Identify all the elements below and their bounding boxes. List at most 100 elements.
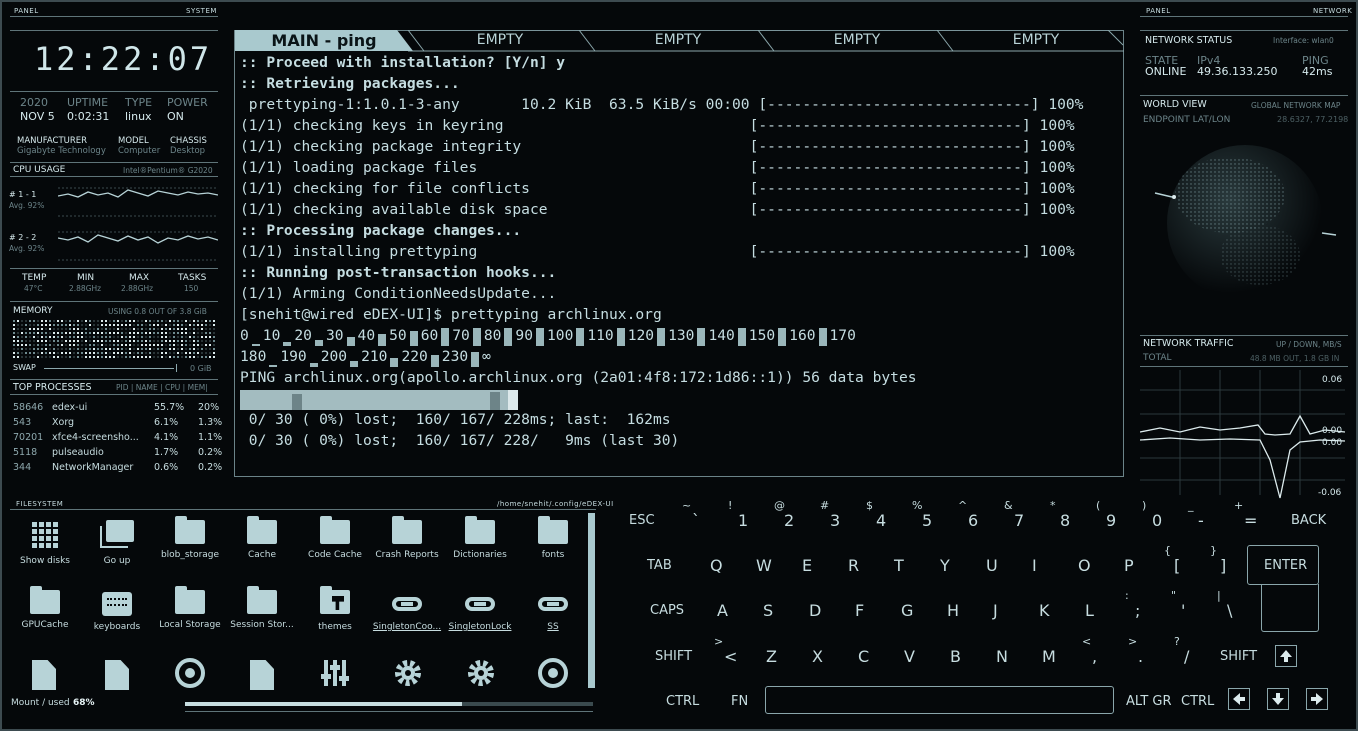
- filesystem-item[interactable]: themes: [300, 586, 370, 632]
- key-char[interactable]: 2: [784, 511, 794, 530]
- key-shift-left[interactable]: SHIFT: [655, 649, 692, 664]
- key-shift-char[interactable]: %: [912, 499, 922, 512]
- filesystem-item[interactable]: Dictionaries: [445, 516, 515, 560]
- key-char[interactable]: D: [809, 601, 821, 620]
- key-shift-char[interactable]: $: [866, 499, 873, 512]
- key-char[interactable]: =: [1244, 511, 1257, 530]
- key-char[interactable]: 5: [922, 511, 932, 530]
- key-shift-char[interactable]: ): [1142, 499, 1146, 512]
- filesystem-item[interactable]: SingletonLock: [445, 590, 515, 632]
- key-char[interactable]: ]: [1220, 556, 1226, 575]
- tab-3[interactable]: EMPTY: [598, 30, 758, 51]
- key-arrow-right[interactable]: [1306, 688, 1328, 710]
- key-char[interactable]: ;: [1135, 601, 1140, 620]
- filesystem-item[interactable]: Code Cache: [300, 516, 370, 560]
- key-char[interactable]: B: [950, 647, 961, 666]
- filesystem-item[interactable]: Local Storage: [155, 586, 225, 630]
- tab-4[interactable]: EMPTY: [777, 30, 937, 51]
- key-char[interactable]: 9: [1106, 511, 1116, 530]
- key-char[interactable]: U: [986, 556, 998, 575]
- key-shift-char[interactable]: #: [820, 499, 829, 512]
- filesystem-item[interactable]: keyboards: [82, 590, 152, 632]
- key-char[interactable]: O: [1078, 556, 1091, 575]
- tab-2[interactable]: EMPTY: [420, 30, 580, 51]
- key-ctrl-right[interactable]: CTRL: [1181, 694, 1214, 709]
- key-char[interactable]: .: [1138, 647, 1143, 666]
- key-char[interactable]: P: [1124, 556, 1134, 575]
- key-shift-char[interactable]: +: [1234, 499, 1243, 512]
- filesystem-scrollbar[interactable]: [588, 513, 595, 688]
- key-caps[interactable]: CAPS: [650, 603, 684, 618]
- key-backspace[interactable]: BACK: [1291, 513, 1326, 528]
- key-char[interactable]: I: [1032, 556, 1037, 575]
- filesystem-item[interactable]: Cache: [227, 516, 297, 560]
- key-char[interactable]: ': [1181, 601, 1185, 620]
- key-shift-char[interactable]: ?: [1174, 635, 1180, 648]
- filesystem-item[interactable]: GPUCache: [10, 586, 80, 630]
- key-char[interactable]: A: [717, 601, 728, 620]
- key-char[interactable]: 3: [830, 511, 840, 530]
- key-arrow-left[interactable]: [1228, 688, 1250, 710]
- key-space[interactable]: [765, 686, 1114, 714]
- key-shift-char[interactable]: >: [1128, 635, 1137, 648]
- key-char[interactable]: H: [947, 601, 959, 620]
- filesystem-item[interactable]: SingletonCoo...: [372, 590, 442, 632]
- key-shift-char[interactable]: ": [1171, 589, 1176, 602]
- key-char[interactable]: L: [1085, 601, 1094, 620]
- key-shift-char[interactable]: {: [1164, 544, 1171, 557]
- key-shift-char[interactable]: (: [1096, 499, 1100, 512]
- key-shift-char[interactable]: !: [728, 499, 732, 512]
- key-char[interactable]: G: [901, 601, 913, 620]
- key-char[interactable]: N: [996, 647, 1008, 666]
- filesystem-item[interactable]: SS: [518, 590, 588, 632]
- key-shift-char[interactable]: :: [1125, 589, 1129, 602]
- key-char[interactable]: <: [724, 647, 737, 666]
- key-char[interactable]: Y: [940, 556, 950, 575]
- key-char[interactable]: R: [848, 556, 859, 575]
- tab-main[interactable]: MAIN - ping: [235, 30, 413, 51]
- key-char[interactable]: M: [1042, 647, 1056, 666]
- filesystem-item[interactable]: Go up: [82, 520, 152, 566]
- key-shift-char[interactable]: &: [1004, 499, 1013, 512]
- key-shift-char[interactable]: ~: [682, 499, 691, 512]
- key-arrow-down[interactable]: [1267, 688, 1289, 710]
- key-char[interactable]: 6: [968, 511, 978, 530]
- app-icon[interactable]: [175, 658, 205, 688]
- key-shift-char[interactable]: ^: [958, 499, 967, 512]
- key-char[interactable]: Z: [766, 647, 777, 666]
- key-char[interactable]: T: [894, 556, 904, 575]
- key-shift-right[interactable]: SHIFT: [1220, 649, 1257, 664]
- key-shift-char[interactable]: |: [1217, 589, 1221, 602]
- key-ctrl-left[interactable]: CTRL: [666, 694, 699, 709]
- key-tab[interactable]: TAB: [647, 558, 672, 573]
- key-char[interactable]: 0: [1152, 511, 1162, 530]
- key-char[interactable]: 4: [876, 511, 886, 530]
- key-shift-char[interactable]: }: [1210, 544, 1217, 557]
- key-char[interactable]: \: [1227, 601, 1232, 620]
- key-shift-char[interactable]: _: [1188, 499, 1194, 512]
- key-char[interactable]: F: [855, 601, 864, 620]
- gear-icon[interactable]: [466, 658, 496, 688]
- filesystem-item[interactable]: Crash Reports: [372, 516, 442, 560]
- key-shift-char[interactable]: <: [1082, 635, 1091, 648]
- key-char[interactable]: -: [1198, 511, 1204, 530]
- key-char[interactable]: J: [993, 601, 998, 620]
- tab-5[interactable]: EMPTY: [956, 30, 1116, 51]
- key-char[interactable]: [: [1174, 556, 1180, 575]
- filesystem-item[interactable]: fonts: [518, 516, 588, 560]
- key-char[interactable]: K: [1039, 601, 1050, 620]
- key-char[interactable]: E: [802, 556, 812, 575]
- key-esc[interactable]: ESC: [629, 513, 655, 528]
- key-char[interactable]: `: [692, 511, 700, 530]
- key-shift-char[interactable]: *: [1050, 499, 1056, 512]
- key-char[interactable]: 8: [1060, 511, 1070, 530]
- filesystem-item[interactable]: Show disks: [10, 520, 80, 566]
- settings-sliders-icon[interactable]: [320, 658, 350, 688]
- key-char[interactable]: Q: [710, 556, 723, 575]
- filesystem-item[interactable]: blob_storage: [155, 516, 225, 560]
- key-enter-lower[interactable]: [1261, 584, 1319, 632]
- key-char[interactable]: 7: [1014, 511, 1024, 530]
- key-char[interactable]: ,: [1092, 647, 1097, 666]
- key-char[interactable]: /: [1184, 647, 1189, 666]
- filesystem-item[interactable]: Session Stor...: [227, 586, 297, 630]
